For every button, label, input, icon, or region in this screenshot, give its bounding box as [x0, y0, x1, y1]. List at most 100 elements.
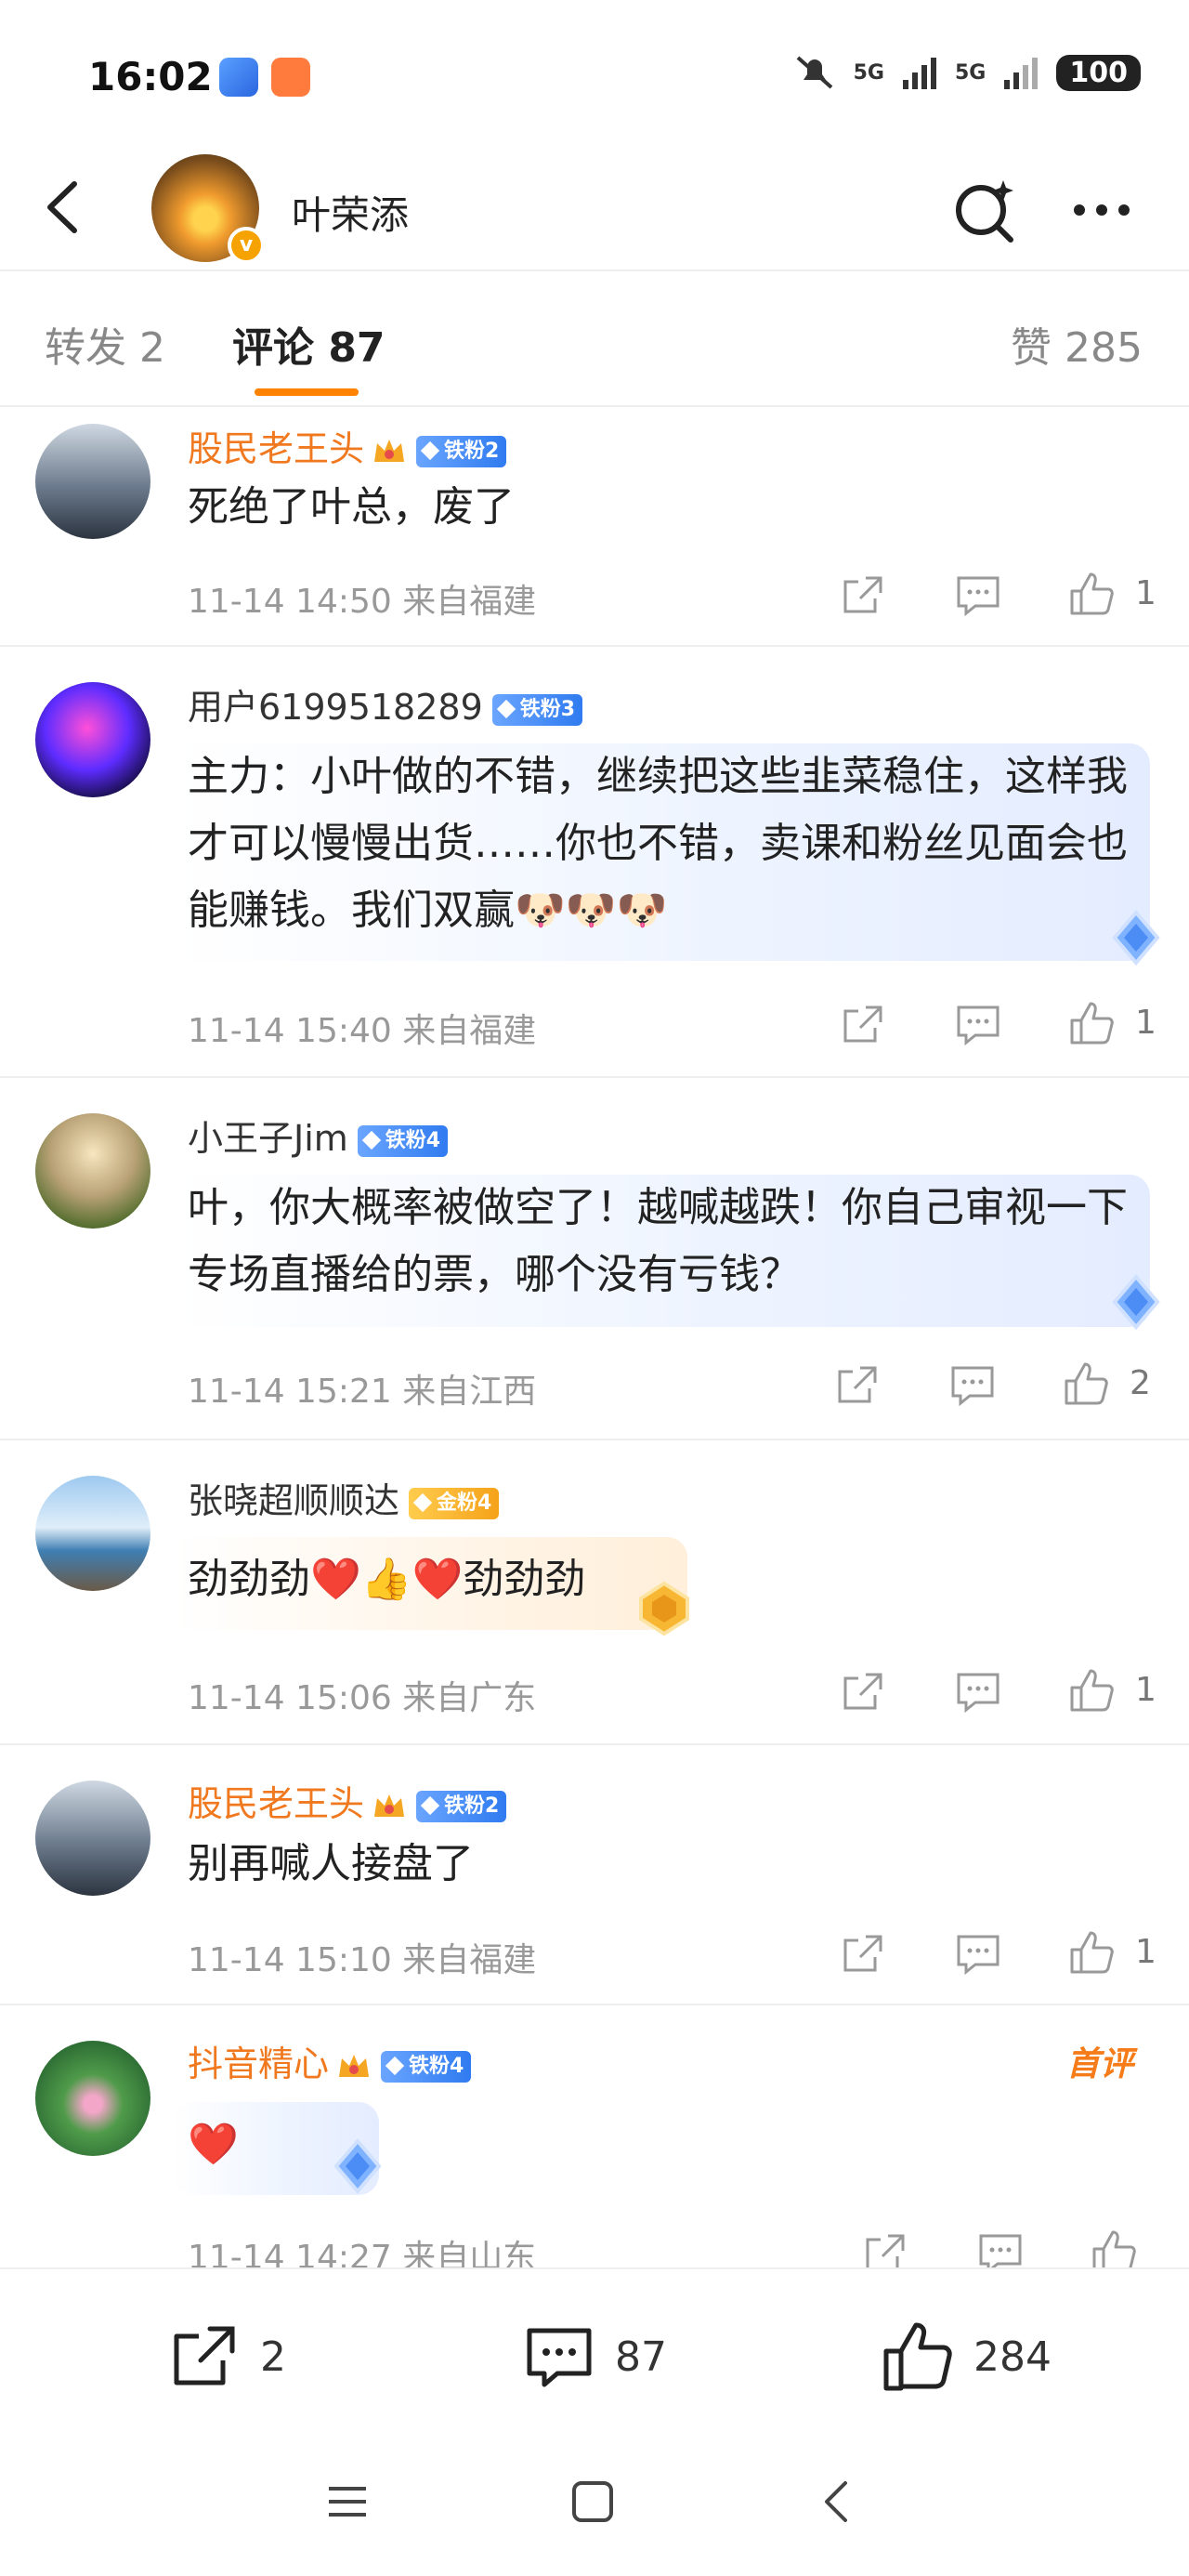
like-icon[interactable]: [1089, 2227, 1139, 2267]
gem-icon: [420, 1795, 440, 1815]
fan-level-text: 金粉4: [437, 1491, 492, 1515]
fan-level-text: 铁粉4: [385, 1128, 441, 1152]
comment-item: 股民老王头 铁粉2 别再喊人接盘了 11-14 15:10 来自福建 1: [0, 1745, 1189, 2005]
comment-item: 张晓超顺顺达 金粉4 劲劲劲❤️👍❤️劲劲劲 11-14 15:06 来自广东 1: [0, 1440, 1189, 1745]
reply-icon[interactable]: [953, 571, 1003, 621]
commenter-name-text[interactable]: 股民老王头: [188, 1783, 364, 1824]
chevron-left-icon[interactable]: [37, 175, 93, 240]
comment-text: ❤️: [188, 2121, 239, 2168]
more-dots-icon[interactable]: [1066, 175, 1137, 245]
silent-icon: [796, 56, 832, 89]
like-button[interactable]: 284: [879, 2318, 1052, 2396]
commenter-avatar[interactable]: [35, 1476, 150, 1591]
share-icon[interactable]: [832, 1360, 882, 1411]
commenter-name[interactable]: 抖音精心 铁粉4: [188, 2035, 472, 2086]
comment-item: 小王子Jim 铁粉4 叶，你大概率被做空了！越喊越跌！你自己审视一下专场直播给的票…: [0, 1078, 1189, 1440]
commenter-avatar[interactable]: [35, 682, 150, 797]
gem-icon: [412, 1492, 433, 1512]
network-type: 5G: [955, 60, 986, 85]
reply-icon[interactable]: [953, 1929, 1003, 1979]
gem-icon: [385, 2056, 405, 2075]
reply-icon[interactable]: [975, 2228, 1026, 2267]
author-avatar[interactable]: v: [151, 154, 265, 264]
comment-meta: 11-14 15:40 来自福建: [188, 1012, 537, 1050]
tab-likes[interactable]: 赞 285: [1011, 314, 1143, 374]
commenter-name-text[interactable]: 张晓超顺顺达: [188, 1480, 399, 1521]
commenter-name-text[interactable]: 抖音精心: [188, 2044, 329, 2084]
comment-meta: 11-14 14:27 来自山东: [188, 2239, 537, 2267]
commenter-name[interactable]: 用户6199518289 铁粉3: [188, 678, 583, 729]
fan-level-badge: 铁粉3: [491, 693, 583, 726]
comment-text: 死绝了叶总，废了: [188, 483, 515, 531]
comment-meta: 11-14 15:10 来自福建: [188, 1941, 537, 1979]
commenter-name[interactable]: 股民老王头 铁粉2: [188, 1775, 507, 1826]
crown-icon: [374, 439, 405, 462]
active-tab-indicator: [255, 388, 359, 396]
status-bar: 16:02 5G 5G 100: [0, 0, 1189, 149]
share-icon[interactable]: [838, 1667, 888, 1717]
commenter-avatar[interactable]: [35, 1781, 150, 1896]
gem-icon: [361, 1130, 381, 1150]
tab-bar: 转发 2 评论 87 赞 285: [0, 269, 1189, 407]
comment-item: 抖音精心 铁粉4 首评 ❤️ 11-14 14:27 来自山东: [0, 2005, 1189, 2267]
system-navigation-bar: [0, 2435, 1189, 2576]
like-icon[interactable]: [1066, 1665, 1117, 1715]
menu-icon[interactable]: [320, 2474, 375, 2530]
like-count: 1: [1135, 574, 1156, 612]
comment-text: 别再喊人接盘了: [188, 1840, 474, 1887]
reply-icon[interactable]: [953, 1000, 1003, 1050]
comment-meta: 11-14 15:21 来自江西: [188, 1373, 537, 1411]
repost-button[interactable]: 2: [165, 2318, 286, 2396]
comment-text: 劲劲劲❤️👍❤️劲劲劲: [188, 1556, 586, 1603]
crown-icon: [339, 2054, 370, 2077]
comment-count: 87: [615, 2333, 667, 2381]
repost-count: 2: [260, 2333, 286, 2381]
crown-icon: [374, 1794, 405, 1817]
comment-item: 股民老王头 铁粉2 死绝了叶总，废了 11-14 14:50 来自福建 1: [0, 407, 1189, 647]
comment-meta: 11-14 15:06 来自广东: [188, 1679, 537, 1717]
bottom-action-bar: 2 87 284: [0, 2267, 1189, 2435]
fan-level-text: 铁粉4: [409, 2054, 464, 2078]
tab-comments[interactable]: 评论 87: [232, 314, 385, 374]
like-icon[interactable]: [1061, 1359, 1111, 1409]
status-indicators: 5G 5G 100: [792, 54, 1141, 91]
commenter-name[interactable]: 股民老王头 铁粉2: [188, 420, 507, 471]
fan-level-badge: 铁粉2: [416, 1790, 507, 1822]
comment-text: 叶，你大概率被做空了！越喊越跌！你自己审视一下专场直播给的票，哪个没有亏钱？: [188, 1184, 1128, 1298]
commenter-avatar[interactable]: [35, 1113, 150, 1229]
like-icon[interactable]: [1066, 569, 1117, 619]
like-count: 1: [1135, 1004, 1156, 1042]
fan-level-text: 铁粉2: [444, 439, 500, 463]
commenter-avatar[interactable]: [35, 2041, 150, 2156]
home-icon[interactable]: [565, 2474, 621, 2530]
commenter-avatar[interactable]: [35, 424, 150, 539]
post-header: v 叶荣添: [0, 149, 1189, 269]
comment-item: 用户6199518289 铁粉3 主力：小叶做的不错，继续把这些韭菜稳住，这样我才…: [0, 647, 1189, 1078]
like-icon[interactable]: [1066, 1927, 1117, 1978]
like-count-total: 284: [973, 2333, 1052, 2381]
like-icon: [883, 2322, 952, 2391]
like-icon[interactable]: [1066, 998, 1117, 1048]
share-icon[interactable]: [860, 2228, 910, 2267]
network-type: 5G: [853, 60, 884, 85]
gem-icon: [420, 440, 440, 460]
author-name[interactable]: 叶荣添: [292, 184, 409, 241]
status-time: 16:02: [88, 54, 213, 99]
commenter-name-text[interactable]: 小王子Jim: [188, 1118, 348, 1159]
like-count: 1: [1135, 1671, 1156, 1709]
like-count: 1: [1135, 1933, 1156, 1971]
reply-icon[interactable]: [947, 1360, 998, 1411]
back-icon[interactable]: [810, 2474, 866, 2530]
commenter-name-text[interactable]: 用户6199518289: [188, 687, 483, 728]
share-icon[interactable]: [838, 1000, 888, 1050]
battery-indicator: 100: [1056, 54, 1141, 91]
search-sparkle-icon[interactable]: [949, 175, 1020, 245]
share-icon[interactable]: [838, 571, 888, 621]
tab-repost[interactable]: 转发 2: [45, 314, 165, 374]
commenter-name-text[interactable]: 股民老王头: [188, 428, 364, 469]
commenter-name[interactable]: 小王子Jim 铁粉4: [188, 1110, 449, 1161]
share-icon[interactable]: [838, 1929, 888, 1979]
reply-icon[interactable]: [953, 1667, 1003, 1717]
commenter-name[interactable]: 张晓超顺顺达 金粉4: [188, 1472, 500, 1523]
comment-button[interactable]: 87: [520, 2318, 667, 2396]
